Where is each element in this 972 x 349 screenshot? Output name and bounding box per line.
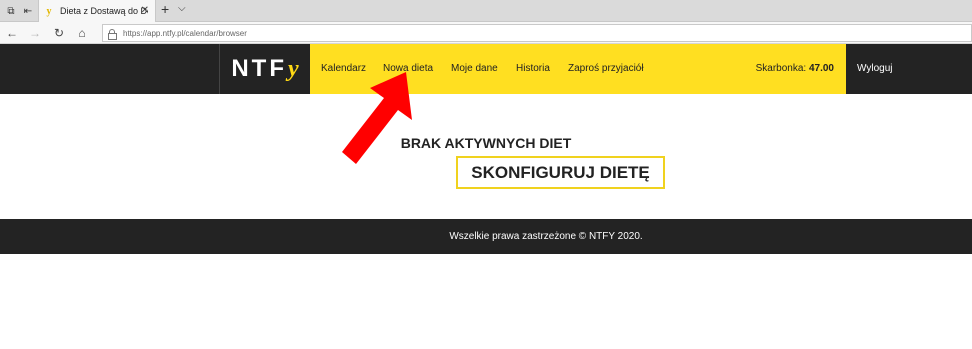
address-bar[interactable]: https://app.ntfy.pl/calendar/browser [102,24,972,42]
site-header: NTF y Kalendarz Nowa dieta Moje dane Hist… [0,44,972,94]
lock-icon [108,28,117,40]
nav-item-invite-friends[interactable]: Zaproś przyjaciół [568,63,644,74]
logout-link[interactable]: Wyloguj [857,63,892,74]
set-tabs-aside-icon[interactable]: ⇤ [20,3,36,19]
home-icon[interactable]: ⌂ [74,25,90,41]
logo-accent: y [288,55,299,82]
ntfy-favicon-icon: y [46,5,52,17]
footer-copyright: Wszelkie prawa zastrzeżone © NTFY 2020. [449,231,643,242]
refresh-icon[interactable]: ↻ [51,25,67,41]
balance-value: 47.00 [808,63,834,74]
browser-toolbar: ← → ↻ ⌂ https://app.ntfy.pl/calendar/bro… [0,22,972,44]
configure-diet-button[interactable]: SKONFIGURUJ DIETĘ [456,156,665,189]
forward-icon[interactable]: → [27,25,43,41]
browser-tab-strip: ⧉ ⇤ y Dieta z Dostawą do Dom ✕ + ⌵ [0,0,972,22]
balance: Skarbonka: 47.00 [756,63,834,74]
balance-label: Skarbonka: [755,63,807,74]
ntfy-logo[interactable]: NTF y [219,44,310,94]
close-tab-icon[interactable]: ✕ [141,5,149,16]
browser-tab[interactable]: y Dieta z Dostawą do Dom ✕ [38,0,156,22]
site-footer: Wszelkie prawa zastrzeżone © NTFY 2020. [0,219,972,254]
url-text: https://app.ntfy.pl/calendar/browser [123,28,247,38]
new-tab-icon[interactable]: + [161,1,169,17]
tab-title: Dieta z Dostawą do Dom [60,6,148,16]
tab-actions-icon[interactable]: ⧉ [3,3,19,19]
empty-state-heading: BRAK AKTYWNYCH DIET [400,135,572,151]
nav-item-history[interactable]: Historia [516,63,550,74]
back-icon[interactable]: ← [4,25,20,41]
nav-item-my-data[interactable]: Moje dane [451,63,498,74]
chevron-down-icon[interactable]: ⌵ [178,3,186,14]
logo-text: NTF [231,55,287,82]
